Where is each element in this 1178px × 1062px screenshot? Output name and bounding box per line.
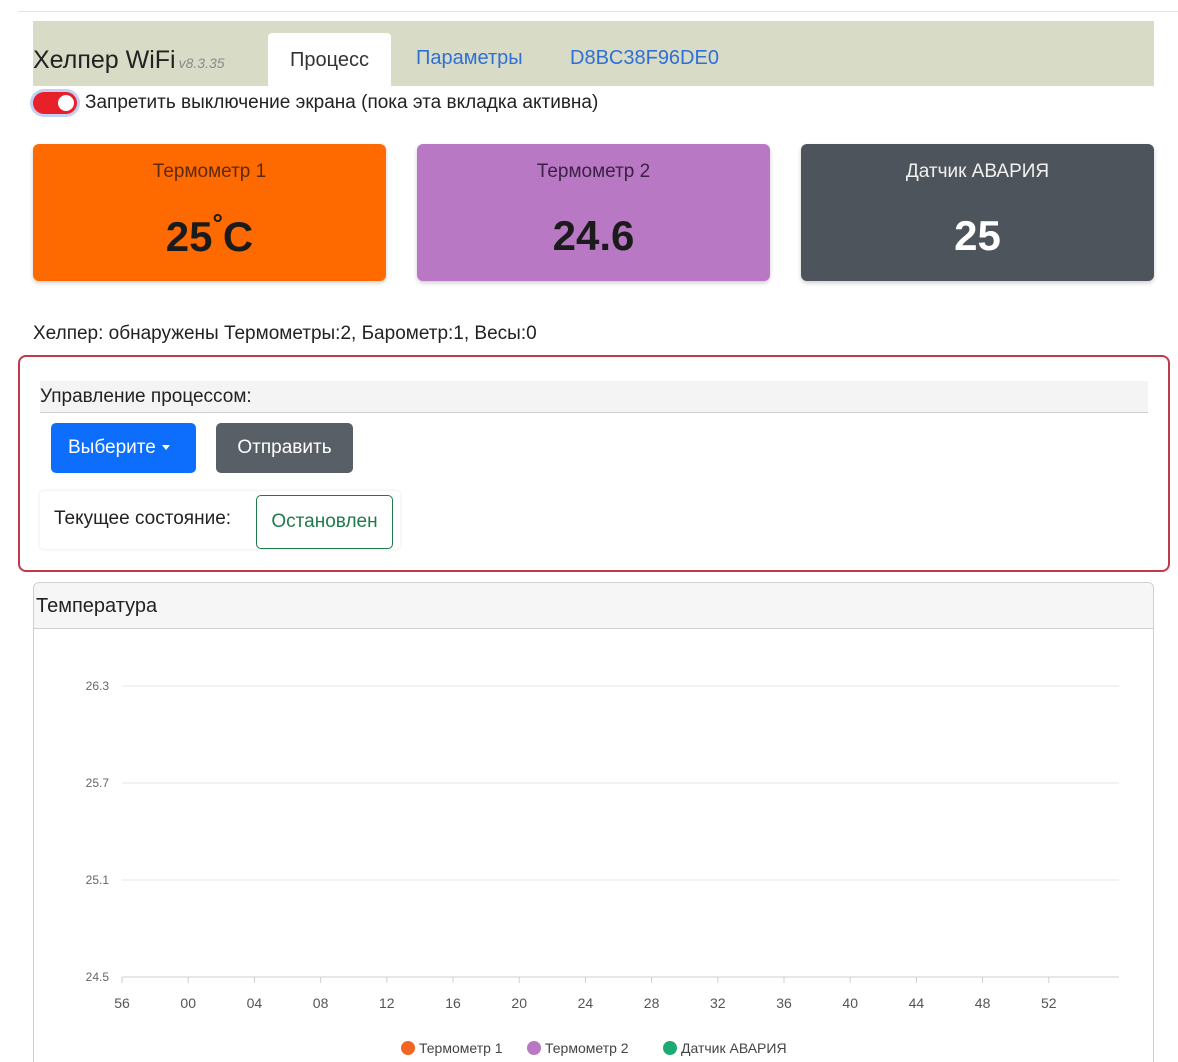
process-control-panel: Управление процессом: Выберите Отправить… bbox=[18, 355, 1170, 572]
process-control-title: Управление процессом: bbox=[40, 381, 1148, 413]
send-button[interactable]: Отправить bbox=[216, 423, 353, 473]
detected-devices-text: Хелпер: обнаружены Термометры:2, Баромет… bbox=[33, 323, 537, 344]
top-divider bbox=[18, 11, 1178, 12]
legend-swatch bbox=[527, 1041, 541, 1055]
legend-swatch bbox=[663, 1041, 677, 1055]
y-tick-label: 25.7 bbox=[86, 776, 110, 790]
sensor-card-value: 25 bbox=[954, 212, 1001, 259]
page: Хелпер WiFi v8.3.35 Процесс Параметры D8B… bbox=[0, 0, 1178, 1062]
x-tick-label: 24 bbox=[578, 995, 594, 1011]
degree-sign: ° bbox=[212, 208, 223, 238]
x-tick-label: 16 bbox=[445, 995, 461, 1011]
temperature-chart-panel: Температура 26.3 25.7 25.1 24.5 56 00 04 08 12 16… bbox=[33, 582, 1154, 1062]
sensor-card-thermometer-1: Термометр 1 25°C bbox=[33, 144, 386, 281]
current-state-badge: Остановлен bbox=[256, 495, 393, 549]
tab-process[interactable]: Процесс bbox=[268, 33, 391, 86]
y-tick-label: 25.1 bbox=[86, 873, 110, 887]
y-tick-label: 26.3 bbox=[86, 679, 110, 693]
y-tick-label: 24.5 bbox=[86, 970, 110, 984]
sensor-card-title: Датчик АВАРИЯ bbox=[905, 161, 1050, 182]
app-name: Хелпер WiFi bbox=[33, 46, 176, 74]
wake-lock-toggle[interactable] bbox=[33, 92, 77, 114]
x-tick-label: 40 bbox=[842, 995, 858, 1011]
sensor-card-title: Термометр 2 bbox=[536, 161, 651, 182]
x-tick-label: 48 bbox=[975, 995, 991, 1011]
wake-lock-label: Запретить выключение экрана (пока эта вк… bbox=[85, 92, 599, 113]
legend-swatch bbox=[401, 1041, 415, 1055]
sensor-card-value: 24.6 bbox=[552, 212, 635, 259]
x-tick-label: 36 bbox=[776, 995, 792, 1011]
x-tick-label: 52 bbox=[1041, 995, 1057, 1011]
toggle-knob bbox=[58, 95, 74, 111]
header-bar: Хелпер WiFi v8.3.35 Процесс Параметры D8B… bbox=[33, 21, 1154, 86]
x-tick-label: 44 bbox=[909, 995, 925, 1011]
select-process-label: Выберите bbox=[68, 437, 156, 458]
x-tick-label: 08 bbox=[313, 995, 329, 1011]
x-tick-label: 12 bbox=[379, 995, 395, 1011]
tab-parameters[interactable]: Параметры bbox=[416, 47, 523, 70]
sensor-card-value: 25°C bbox=[33, 208, 386, 261]
sensor-value-number: 25 bbox=[165, 213, 213, 260]
wake-lock-row: Запретить выключение экрана (пока эта вк… bbox=[33, 90, 598, 116]
sensor-card-thermometer-2: Термометр 2 24.6 bbox=[417, 144, 770, 281]
unit-letter: C bbox=[222, 213, 254, 260]
sensor-card-alarm: Датчик АВАРИЯ 25 bbox=[801, 144, 1154, 281]
legend-label: Термометр 2 bbox=[545, 1040, 629, 1056]
x-tick-label: 20 bbox=[511, 995, 527, 1011]
x-tick-label: 00 bbox=[180, 995, 196, 1011]
select-process-button[interactable]: Выберите bbox=[51, 423, 196, 473]
current-state-label: Текущее состояние: bbox=[54, 508, 232, 529]
x-tick-label: 28 bbox=[644, 995, 660, 1011]
legend-label: Термометр 1 bbox=[419, 1040, 503, 1056]
x-tick-label: 04 bbox=[247, 995, 263, 1011]
x-tick-label: 32 bbox=[710, 995, 726, 1011]
temperature-chart: 26.3 25.7 25.1 24.5 56 00 04 08 12 16 20 24 28 32 36 40… bbox=[86, 679, 1119, 1056]
app-version: v8.3.35 bbox=[178, 55, 225, 71]
x-tick-label: 56 bbox=[114, 995, 130, 1011]
sensor-value-unit: °C bbox=[212, 208, 254, 260]
legend-label: Датчик АВАРИЯ bbox=[681, 1040, 787, 1056]
tab-device-id[interactable]: D8BC38F96DE0 bbox=[570, 47, 719, 70]
current-state-group: Текущее состояние: Остановлен bbox=[40, 491, 400, 549]
sensor-card-title: Термометр 1 bbox=[152, 161, 267, 182]
caret-down-icon bbox=[161, 445, 170, 451]
app-brand: Хелпер WiFi v8.3.35 bbox=[33, 46, 225, 75]
